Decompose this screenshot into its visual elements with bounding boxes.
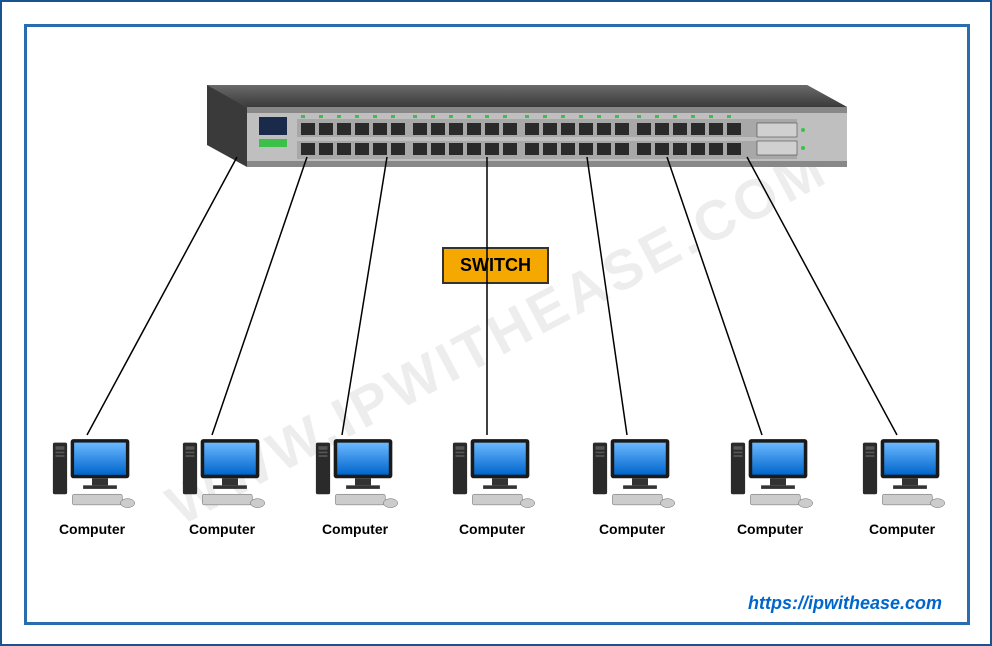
switch-label: SWITCH [442,247,549,284]
switch-icon [167,77,847,197]
computer-icon [725,432,815,512]
computer-icon [47,432,137,512]
computer-node: Computer [852,432,952,537]
computer-node: Computer [305,432,405,537]
diagram-frame: WWW.IPWITHEASE.COM [24,24,970,625]
computer-label: Computer [582,521,682,537]
computer-node: Computer [442,432,542,537]
outer-frame: WWW.IPWITHEASE.COM [0,0,992,646]
computer-node: Computer [172,432,272,537]
computer-node: Computer [582,432,682,537]
computer-icon [310,432,400,512]
computer-label: Computer [42,521,142,537]
computer-icon [587,432,677,512]
switch-device [167,77,847,167]
computer-icon [177,432,267,512]
source-url: https://ipwithease.com [748,593,942,614]
computer-label: Computer [442,521,542,537]
computer-node: Computer [42,432,142,537]
computer-label: Computer [852,521,952,537]
computer-label: Computer [172,521,272,537]
computer-icon [447,432,537,512]
computer-node: Computer [720,432,820,537]
computer-label: Computer [720,521,820,537]
computer-icon [857,432,947,512]
computer-label: Computer [305,521,405,537]
